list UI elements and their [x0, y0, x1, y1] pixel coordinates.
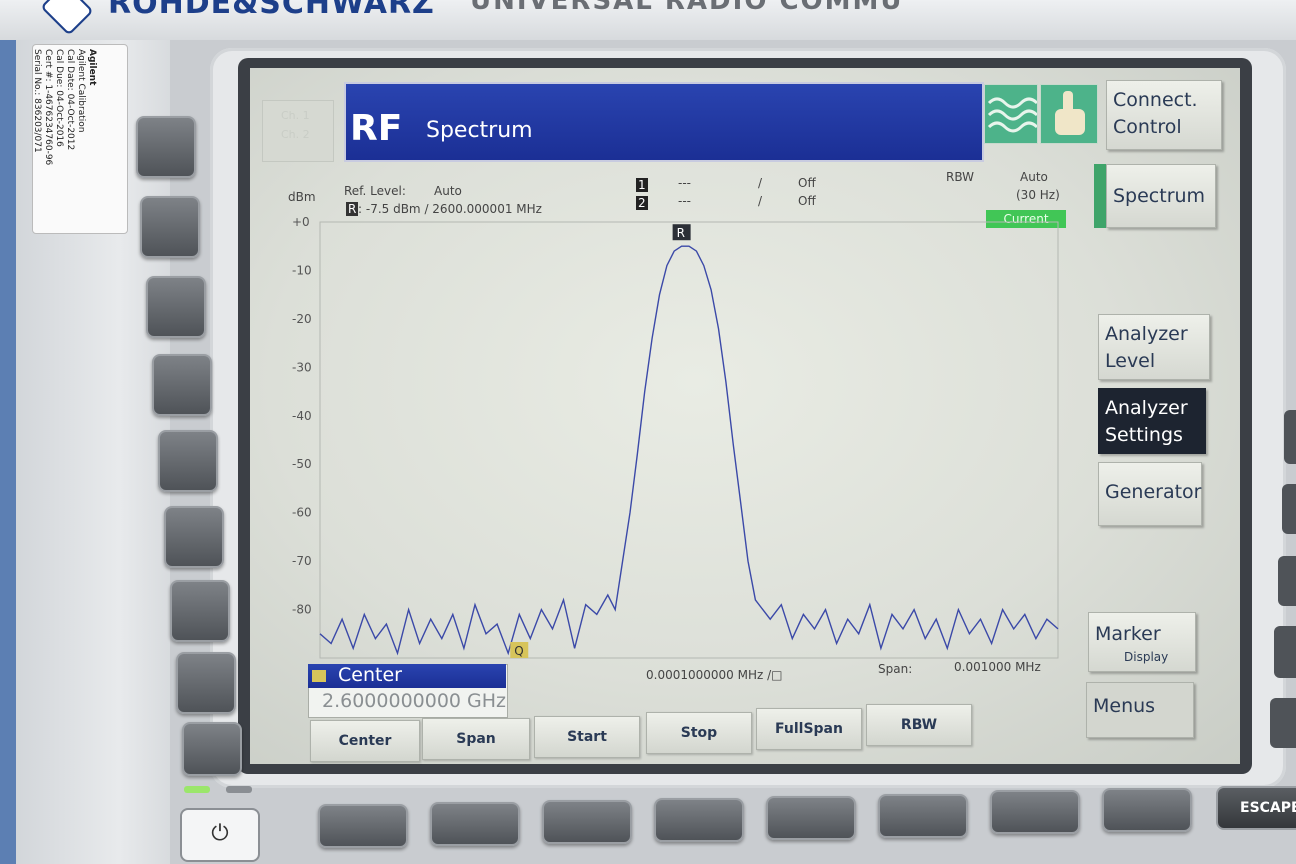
cal-serial: Serial No.: 836203/071 [32, 49, 42, 153]
left-hardkey-8[interactable] [176, 652, 236, 714]
bottom-hardkey-6[interactable] [878, 794, 968, 838]
left-hardkey-5[interactable] [158, 430, 218, 492]
analyzer-settings-softkey[interactable]: Analyzer Settings [1098, 388, 1206, 454]
bottom-hardkey-7[interactable] [990, 790, 1080, 834]
ref-level-label: Ref. Level: [344, 184, 406, 198]
marker-softkey-sublabel: Display [1124, 650, 1169, 664]
power-button[interactable]: ⏻ [180, 808, 260, 862]
marker-1-sep: / [758, 176, 763, 190]
y-tick-label: -70 [292, 554, 312, 568]
ref-level-mode: Auto [434, 184, 462, 198]
model-name: UNIVERSAL RADIO COMMU [470, 0, 904, 16]
menus-softkey[interactable]: Menus [1086, 682, 1194, 738]
bottom-hardkey-2[interactable] [430, 802, 520, 846]
calibration-sticker: Agilent Agilent Calibration Cal Date: 04… [32, 44, 128, 234]
right-hardkey-4[interactable] [1274, 626, 1296, 678]
status-led [226, 786, 252, 793]
center-softkey[interactable]: Center [310, 720, 420, 762]
left-hardkey-2[interactable] [140, 196, 200, 258]
wave-icon-graphic [987, 97, 1039, 133]
bottom-hardkey-3[interactable] [542, 800, 632, 844]
right-hardkey-3[interactable] [1278, 556, 1296, 606]
stop-softkey[interactable]: Stop [646, 712, 752, 754]
cal-due: Cal Due: 04-Oct-2016 [54, 49, 64, 147]
right-hardkey-2[interactable] [1282, 484, 1296, 534]
y-tick-label: -40 [292, 409, 312, 423]
center-value[interactable]: 2.6000000000 GHz [322, 690, 506, 712]
left-hardkey-9[interactable] [182, 722, 242, 776]
span-softkey[interactable]: Span [422, 718, 530, 760]
right-hardkey-5[interactable] [1270, 698, 1296, 748]
page-subtitle: Spectrum [426, 118, 533, 143]
channel-tab-1[interactable]: Ch. 1 [263, 101, 333, 124]
q-marker: Q [514, 644, 523, 658]
rbw-value: (30 Hz) [1016, 188, 1060, 202]
brand-name: ROHDE&SCHWARZ [108, 0, 435, 21]
page-title: RF [350, 108, 403, 149]
span-label: Span: [878, 662, 913, 676]
device-side-strip [0, 40, 16, 864]
bottom-hardkey-1[interactable] [318, 804, 408, 848]
y-tick-label: +0 [292, 215, 310, 229]
y-tick-label: -50 [292, 457, 312, 471]
spectrum-softkey-tag [1094, 164, 1106, 228]
bottom-hardkey-8[interactable] [1102, 788, 1192, 832]
power-icon: ⏻ [211, 821, 229, 846]
y-tick-label: -10 [292, 263, 312, 277]
y-unit-label: dBm [288, 190, 316, 204]
marker-1-state: Off [798, 176, 816, 190]
bottom-hardkey-4[interactable] [654, 798, 744, 842]
marker-2-value: --- [678, 194, 691, 208]
ref-marker: R [677, 226, 685, 240]
marker-1-badge: 1 [636, 178, 648, 192]
left-hardkey-7[interactable] [170, 580, 230, 642]
spectrum-trace [319, 245, 1059, 656]
bottom-hardkey-5[interactable] [766, 796, 856, 840]
left-hardkey-4[interactable] [152, 354, 212, 416]
channel-tabs[interactable]: Ch. 1 Ch. 2 [262, 100, 334, 162]
spectrum-softkey[interactable]: Spectrum [1106, 164, 1216, 228]
y-tick-label: -20 [292, 312, 312, 326]
marker-2-sep: / [758, 194, 763, 208]
channel-tab-2[interactable]: Ch. 2 [263, 124, 333, 143]
center-entry-icon [312, 670, 326, 682]
generator-softkey[interactable]: Generator [1098, 462, 1202, 526]
step-value: 0.0001000000 MHz /□ [646, 668, 783, 682]
y-tick-label: -60 [292, 506, 312, 520]
analyzer-level-softkey[interactable]: Analyzer Level [1098, 314, 1210, 380]
spectrum-plot: +0 -10 -20 -30 -40 -50 -60 -70 -80 R Q [292, 215, 1059, 659]
y-tick-label: -30 [292, 360, 312, 374]
escape-button[interactable]: ESCAPE [1216, 786, 1296, 830]
marker-2-badge: 2 [636, 196, 648, 210]
hand-pointer-icon-graphic [1055, 91, 1085, 135]
plot-frame [319, 221, 1059, 659]
left-hardkey-6[interactable] [164, 506, 224, 568]
start-softkey[interactable]: Start [534, 716, 640, 758]
marker-1-value: --- [678, 176, 691, 190]
wave-icon[interactable] [984, 84, 1039, 144]
hand-pointer-icon[interactable] [1040, 84, 1098, 144]
connect-control-softkey[interactable]: Connect. Control [1106, 80, 1222, 150]
span-value: 0.001000 MHz [954, 660, 1041, 674]
center-label: Center [338, 664, 402, 686]
cal-date: Cal Date: 04-Oct-2012 [65, 49, 75, 151]
right-hardkey-1[interactable] [1284, 410, 1296, 464]
left-hardkey-3[interactable] [146, 276, 206, 338]
rbw-softkey[interactable]: RBW [866, 704, 972, 746]
cal-cert: Cert #: 1-4676234760-96 [43, 49, 53, 166]
rbw-label: RBW [946, 170, 975, 184]
marker-2-state: Off [798, 194, 816, 208]
y-tick-label: -80 [292, 603, 312, 617]
cal-vendor: Agilent [87, 49, 97, 86]
power-led-on [184, 786, 210, 793]
cal-heading: Agilent Calibration [76, 49, 86, 133]
fullspan-softkey[interactable]: FullSpan [756, 708, 862, 750]
rbw-mode: Auto [1020, 170, 1048, 184]
left-hardkey-1[interactable] [136, 116, 196, 178]
